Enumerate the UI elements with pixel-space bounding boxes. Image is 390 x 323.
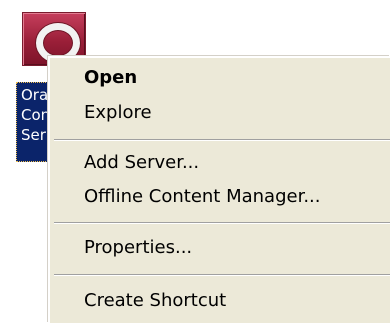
menu-item-properties[interactable]: Properties... (84, 233, 192, 263)
menu-separator (54, 139, 390, 141)
menu-item-explore[interactable]: Explore (84, 98, 152, 128)
menu-item-offline-content-manager[interactable]: Offline Content Manager... (84, 182, 321, 212)
menu-separator (54, 274, 390, 276)
menu-item-create-shortcut[interactable]: Create Shortcut (84, 286, 226, 316)
menu-item-add-server[interactable]: Add Server... (84, 148, 199, 178)
context-menu: Open Explore Add Server... Offline Conte… (48, 56, 390, 323)
desktop: Ora Con Ser Open Explore Add Server... O… (0, 0, 390, 323)
menu-item-open[interactable]: Open (84, 63, 137, 93)
menu-separator (54, 222, 390, 224)
